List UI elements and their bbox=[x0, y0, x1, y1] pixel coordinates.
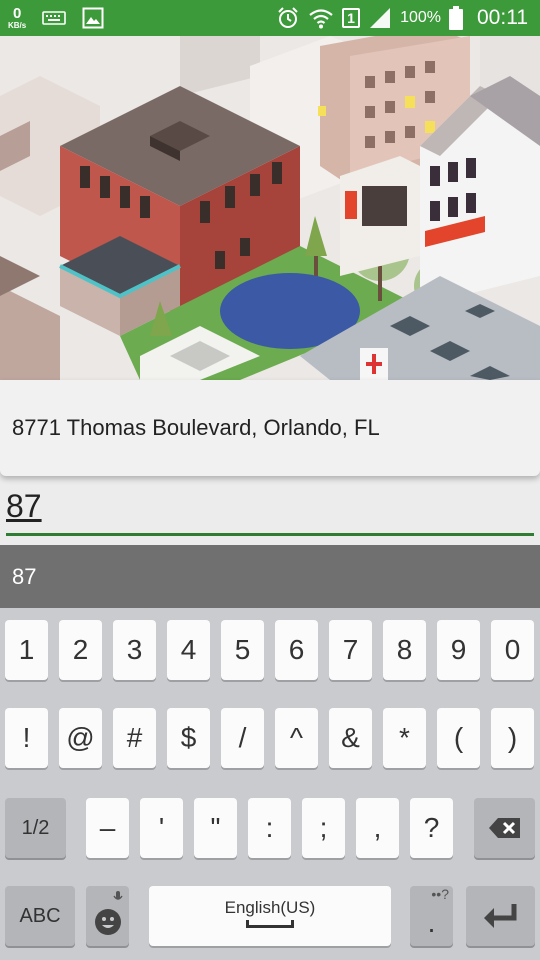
key-question[interactable]: ? bbox=[410, 798, 453, 858]
keyboard-suggestion[interactable]: 87 bbox=[12, 564, 36, 590]
space-language-label: English(US) bbox=[224, 898, 316, 917]
key-2[interactable]: 2 bbox=[59, 620, 102, 680]
key-comma[interactable]: , bbox=[356, 798, 399, 858]
key-dash[interactable]: – bbox=[86, 798, 129, 858]
key-3[interactable]: 3 bbox=[113, 620, 156, 680]
key-abc-label: ABC bbox=[19, 904, 61, 927]
key-semicolon[interactable]: ; bbox=[302, 798, 345, 858]
key-exclamation[interactable]: ! bbox=[5, 708, 48, 768]
key-caret[interactable]: ^ bbox=[275, 708, 318, 768]
net-speed: 0 KB/s bbox=[8, 6, 26, 30]
clock: 00:11 bbox=[477, 6, 528, 29]
key-0[interactable]: 0 bbox=[491, 620, 534, 680]
key-4[interactable]: 4 bbox=[167, 620, 210, 680]
key-8[interactable]: 8 bbox=[383, 620, 426, 680]
alarm-icon bbox=[278, 7, 298, 28]
key-9[interactable]: 9 bbox=[437, 620, 480, 680]
key-7[interactable]: 7 bbox=[329, 620, 372, 680]
wifi-icon bbox=[309, 9, 333, 29]
battery-percent: 100% bbox=[400, 9, 441, 26]
key-page-toggle[interactable]: 1/2 bbox=[5, 798, 66, 858]
key-at[interactable]: @ bbox=[59, 708, 102, 768]
status-bar: 0 KB/s 1 100% 00:11 bbox=[0, 0, 540, 36]
city-illustration bbox=[0, 36, 540, 380]
address-input-value: 87 bbox=[6, 488, 42, 524]
key-emoji[interactable] bbox=[86, 886, 129, 946]
key-colon[interactable]: : bbox=[248, 798, 291, 858]
key-space[interactable]: English(US) bbox=[149, 886, 391, 946]
key-dollar[interactable]: $ bbox=[167, 708, 210, 768]
battery-icon bbox=[449, 6, 463, 30]
key-period-label: . bbox=[427, 907, 436, 938]
address-suggestion-text: 8771 Thomas Boulevard, Orlando, FL bbox=[12, 415, 380, 440]
mic-icon bbox=[113, 891, 123, 900]
key-period-hint: ••? bbox=[431, 886, 449, 902]
key-1[interactable]: 1 bbox=[5, 620, 48, 680]
key-abc[interactable]: ABC bbox=[5, 886, 75, 946]
key-period[interactable]: ••? . bbox=[410, 886, 453, 946]
key-ampersand[interactable]: & bbox=[329, 708, 372, 768]
key-open-paren[interactable]: ( bbox=[437, 708, 480, 768]
image-icon bbox=[82, 7, 104, 29]
key-6[interactable]: 6 bbox=[275, 620, 318, 680]
key-5[interactable]: 5 bbox=[221, 620, 264, 680]
key-close-paren[interactable]: ) bbox=[491, 708, 534, 768]
keyboard: 1 2 3 4 5 6 7 8 9 0 ! @ # $ / ^ & * ( ) … bbox=[0, 608, 540, 960]
emoji-icon bbox=[94, 909, 121, 935]
enter-icon bbox=[483, 904, 516, 928]
signal-icon bbox=[370, 8, 391, 28]
backspace-icon bbox=[488, 818, 520, 838]
keyboard-suggestion-strip[interactable]: 87 bbox=[0, 545, 540, 608]
space-bar-icon bbox=[246, 920, 294, 928]
key-page-toggle-label: 1/2 bbox=[21, 816, 50, 839]
key-backspace[interactable] bbox=[474, 798, 535, 858]
address-input[interactable]: 87 bbox=[6, 482, 534, 536]
key-enter[interactable] bbox=[466, 886, 535, 946]
address-suggestion[interactable]: 8771 Thomas Boulevard, Orlando, FL bbox=[0, 380, 540, 476]
sim-icon: 1 bbox=[342, 8, 361, 28]
keyboard-icon bbox=[42, 11, 67, 25]
key-asterisk[interactable]: * bbox=[383, 708, 426, 768]
key-slash[interactable]: / bbox=[221, 708, 264, 768]
key-apostrophe[interactable]: ' bbox=[140, 798, 183, 858]
net-speed-value: 0 bbox=[12, 5, 22, 22]
net-speed-unit: KB/s bbox=[8, 21, 27, 30]
key-hash[interactable]: # bbox=[113, 708, 156, 768]
key-double-quote[interactable]: " bbox=[194, 798, 237, 858]
